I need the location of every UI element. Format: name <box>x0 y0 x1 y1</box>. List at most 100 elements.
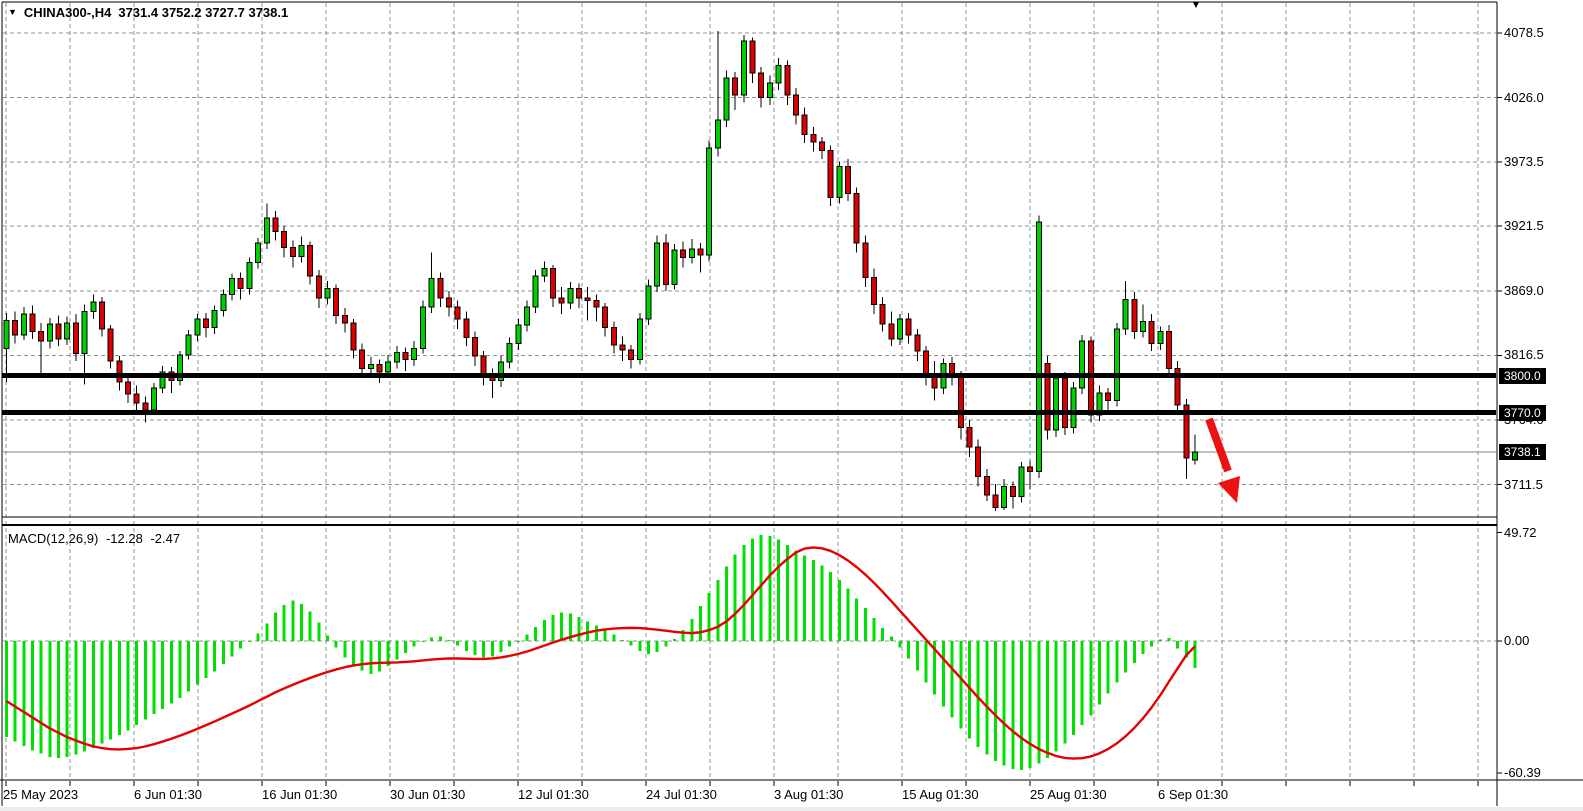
time-axis-label: 6 Sep 01:30 <box>1158 788 1228 802</box>
time-axis-label: 6 Jun 01:30 <box>134 788 202 802</box>
candlestick <box>828 151 833 198</box>
macd-axis-label: -60.39 <box>1504 766 1541 780</box>
candlestick <box>776 66 781 83</box>
candlestick <box>819 142 824 151</box>
down-arrow-annotation[interactable] <box>1209 419 1240 503</box>
macd-bar <box>109 641 112 739</box>
macd-bar <box>1029 641 1032 768</box>
level-line <box>2 410 1496 415</box>
macd-bar <box>612 634 615 641</box>
macd-bar <box>942 641 945 707</box>
macd-bar <box>395 641 398 660</box>
macd-bar <box>231 641 234 656</box>
candlestick <box>516 325 521 343</box>
price-axis-label: 3921.5 <box>1504 219 1544 233</box>
candlestick <box>698 249 703 255</box>
macd-bar <box>1167 638 1170 641</box>
candlestick <box>377 365 382 372</box>
macd-bar <box>994 641 997 761</box>
candlestick <box>39 331 44 341</box>
macd-bar <box>1098 641 1101 704</box>
candlestick <box>1132 299 1137 331</box>
macd-bar <box>447 640 450 641</box>
macd-bar <box>213 641 216 672</box>
macd-bar <box>14 641 17 742</box>
macd-bar <box>638 641 641 651</box>
macd-bar <box>1011 641 1014 769</box>
candlestick <box>273 218 278 232</box>
macd-bar <box>196 641 199 685</box>
price-gridlines <box>3 33 1496 485</box>
candlestick <box>663 243 668 285</box>
macd-name: MACD(12,26,9) <box>8 531 98 546</box>
macd-bar <box>257 633 260 641</box>
macd-bar <box>820 566 823 641</box>
candlestick <box>125 382 130 394</box>
candlestick <box>620 345 625 350</box>
time-axis-label: 30 Jun 01:30 <box>390 788 465 802</box>
time-axis-label: 25 Aug 01:30 <box>1030 788 1107 802</box>
macd-bar <box>1089 641 1092 715</box>
symbol-dropdown-icon[interactable]: ▼ <box>8 6 17 19</box>
candlestick <box>611 328 616 345</box>
candlestick <box>134 394 139 403</box>
macd-bar <box>1176 641 1179 649</box>
panel-borders <box>0 2 1583 806</box>
candlestick <box>1054 378 1059 430</box>
macd-bar <box>369 641 372 674</box>
macd-bar <box>916 641 919 671</box>
candlestick <box>420 307 425 349</box>
candlestick <box>854 194 859 243</box>
price-macd-plot[interactable] <box>0 0 1583 811</box>
candlestick <box>91 302 96 312</box>
candlestick <box>924 351 929 376</box>
macd-bar <box>846 589 849 641</box>
macd-bar <box>317 622 320 641</box>
price-axis-label: 4078.5 <box>1504 26 1544 40</box>
macd-bar <box>66 641 69 757</box>
candlestick <box>898 319 903 339</box>
candlestick <box>1019 467 1024 497</box>
macd-bar <box>699 606 702 641</box>
macd-bar <box>300 604 303 641</box>
macd-bar <box>161 641 164 709</box>
horizontal-level-lines[interactable] <box>2 373 1496 415</box>
candlestick <box>464 319 469 337</box>
macd-bar <box>152 641 155 714</box>
candlestick <box>230 278 235 294</box>
chart-shift-marker-icon[interactable]: ▼ <box>1191 0 1201 11</box>
macd-bar <box>5 641 8 737</box>
macd-bar <box>361 641 364 671</box>
candlestick <box>65 323 70 339</box>
level-line <box>2 373 1496 378</box>
time-axis-label: 25 May 2023 <box>3 788 78 802</box>
macd-axis-label: 49.72 <box>1504 526 1537 540</box>
candlestick <box>195 319 200 335</box>
macd-bar <box>864 608 867 641</box>
macd-bar <box>1063 641 1066 744</box>
candlestick <box>21 314 26 335</box>
macd-bar <box>465 641 468 651</box>
macd-bar <box>144 641 147 720</box>
macd-bar <box>534 627 537 641</box>
candlestick <box>342 315 347 322</box>
candlestick <box>221 294 226 310</box>
macd-value: -12.28 <box>106 531 143 546</box>
macd-bar <box>664 641 667 646</box>
macd-bar <box>1003 641 1006 766</box>
candlestick <box>429 278 434 306</box>
macd-bar <box>1037 641 1040 763</box>
candlestick <box>1062 378 1067 427</box>
macd-bar <box>1020 641 1023 770</box>
macd-bar <box>248 641 251 642</box>
macd-bar <box>543 620 546 641</box>
macd-bar <box>100 641 103 744</box>
candlestick <box>1002 486 1007 507</box>
candlestick <box>655 243 660 286</box>
macd-bar <box>473 641 476 655</box>
candlestick <box>889 324 894 339</box>
macd-indicator-label: MACD(12,26,9) -12.28 -2.47 <box>8 531 184 546</box>
candlestick <box>811 135 816 142</box>
candlestick <box>681 250 686 257</box>
macd-bar <box>977 641 980 747</box>
